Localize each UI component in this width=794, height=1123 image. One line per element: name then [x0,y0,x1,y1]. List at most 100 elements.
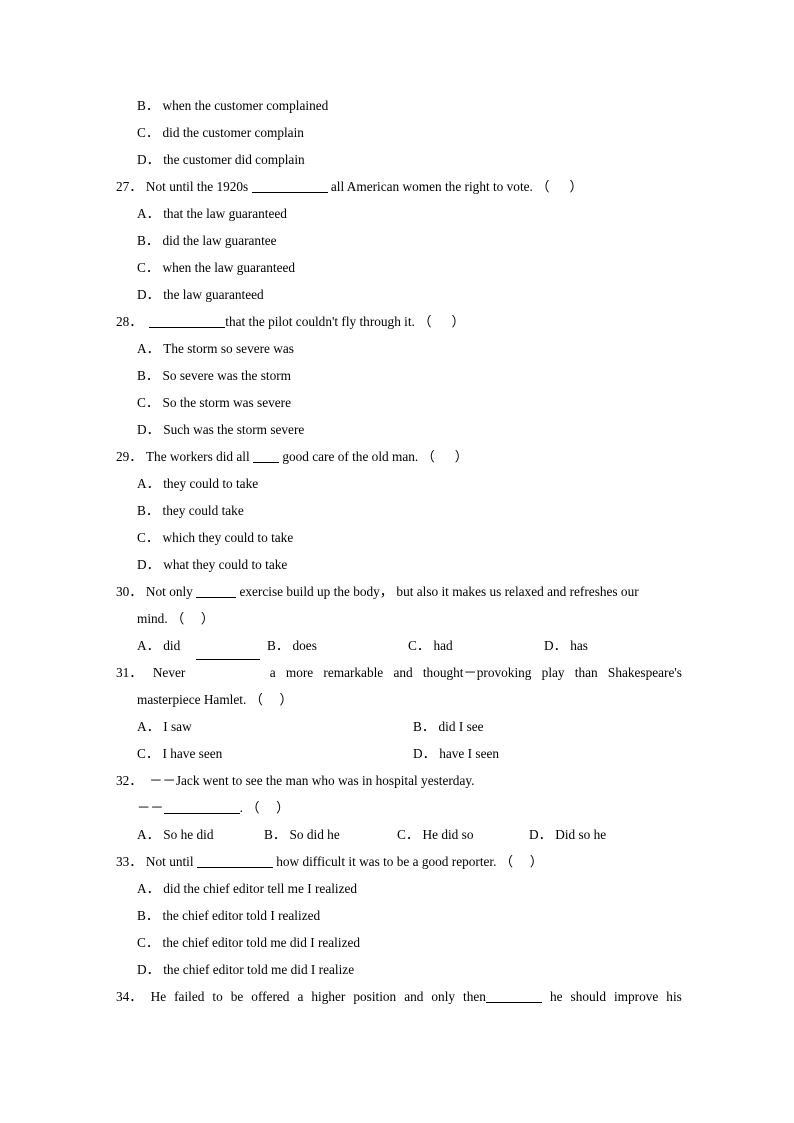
stem-continued-text: mind. [137,611,168,626]
stem-word-then: then [463,983,542,1010]
stem-word: be [230,989,244,1004]
answer-bracket: （ ） [246,800,290,815]
stem-word: offered [251,989,290,1004]
question-stem: 34． He failed to be offered a higher pos… [116,983,682,1010]
stem-word: improve [613,989,659,1004]
option-letter: A． [137,476,160,491]
stem-word: more [285,665,314,680]
option-letter: A． [137,206,160,221]
stem-word: play [541,665,565,680]
question-number: 32． [116,773,143,788]
option-text: had [433,638,453,653]
option-item: D． has [544,632,588,659]
option-letter: C． [137,125,160,140]
option-row-inline: A． So he did B． So did he C． He did so D… [116,821,682,848]
question-number: 29． [116,449,143,464]
option-letter: B． [137,98,160,113]
option-letter: C． [408,638,431,653]
answer-blank [251,192,328,193]
option-text: that the law guaranteed [163,206,287,221]
question-stem: 27． Not until the 1920s all American wom… [116,173,682,200]
option-row: C． did the customer complain [116,119,682,146]
option-text: have I seen [439,746,500,761]
question-stem: 32． －－Jack went to see the man who was i… [116,767,682,794]
option-item: D． have I seen [413,740,499,767]
option-letter: A． [137,638,160,653]
option-row: B． they could take [116,497,682,524]
option-letter: B． [267,638,290,653]
stem-word: position [353,989,397,1004]
stem-word: his [666,989,682,1004]
option-item: B． does [267,632,317,659]
option-letter: B． [264,827,287,842]
option-text: So severe was the storm [162,368,292,383]
exam-content: B． when the customer complained C． did t… [116,92,682,1010]
option-text: which they could to take [162,530,294,545]
option-letter: C． [137,935,160,950]
question-stem-continued: masterpiece Hamlet. （ ） [116,686,682,713]
answer-blank [196,867,273,868]
option-text: Did so he [555,827,607,842]
answer-bracket: （ ） [536,179,583,194]
question-number: 31． [116,665,143,680]
option-text: I saw [163,719,192,734]
option-row: B． did the law guarantee [116,227,682,254]
stem-word: than [574,665,598,680]
option-text: the law guaranteed [163,287,264,302]
question-stem: 33． Not until how difficult it was to be… [116,848,682,875]
option-text: So he did [163,827,214,842]
stem-text-before: Not until [145,854,197,869]
stem-word: failed [174,989,205,1004]
stem-word: a [269,665,276,680]
option-text: they could take [162,503,244,518]
option-letter: C． [137,395,160,410]
stem-text-after: exercise build up the body， but also it … [236,584,639,599]
question-number: 34． [116,989,143,1004]
option-row: A． that the law guaranteed [116,200,682,227]
option-row-inline: A． I saw B． did I see [116,713,682,740]
option-text: So did he [289,827,340,842]
answer-bracket: （ ） [171,611,215,626]
option-row: D． what they could to take [116,551,682,578]
answer-blank [195,659,260,660]
option-text: did [163,638,181,653]
option-row: C． which they could to take [116,524,682,551]
option-row: D． the law guaranteed [116,281,682,308]
option-text: He did so [422,827,474,842]
option-text: when the customer complained [162,98,329,113]
option-item: A． So he did [137,821,213,848]
stem-text-before: Not until the 1920s [145,179,252,194]
option-letter: C． [137,530,160,545]
question-stem: 28． that the pilot couldn't fly through … [116,308,682,335]
option-row: A． they could to take [116,470,682,497]
option-letter: B． [137,503,160,518]
option-item: D． Did so he [529,821,606,848]
option-letter: C． [137,260,160,275]
option-letter: A． [137,827,160,842]
option-row: B． So severe was the storm [116,362,682,389]
option-text: the chief editor told me did I realized [162,935,361,950]
stem-text-after: how difficult it was to be a good report… [272,854,497,869]
option-text: did the customer complain [162,125,304,140]
stem-text-before: The workers did all [145,449,254,464]
option-row: A． did the chief editor tell me I realiz… [116,875,682,902]
stem-word: then [463,989,486,1004]
option-text: the customer did complain [163,152,305,167]
answer-bracket: （ ） [418,314,465,329]
option-letter: B． [137,908,160,923]
option-text: what they could to take [163,557,288,572]
option-item: A． I saw [137,713,192,740]
stem-text-after: that the pilot couldn't fly through it. [225,314,415,329]
option-text: when the law guaranteed [162,260,296,275]
dialogue-line-after: . [239,800,243,815]
stem-word: and [393,665,413,680]
stem-word: remarkable [323,665,384,680]
dialogue-dash: －－ [137,800,164,815]
stem-word: only [431,989,456,1004]
option-text: they could to take [163,476,259,491]
answer-blank [485,1002,542,1003]
question-stem: 29． The workers did all good care of the… [116,443,682,470]
option-letter: C． [397,827,420,842]
stem-word: to [212,989,223,1004]
stem-word: Never [152,665,186,680]
